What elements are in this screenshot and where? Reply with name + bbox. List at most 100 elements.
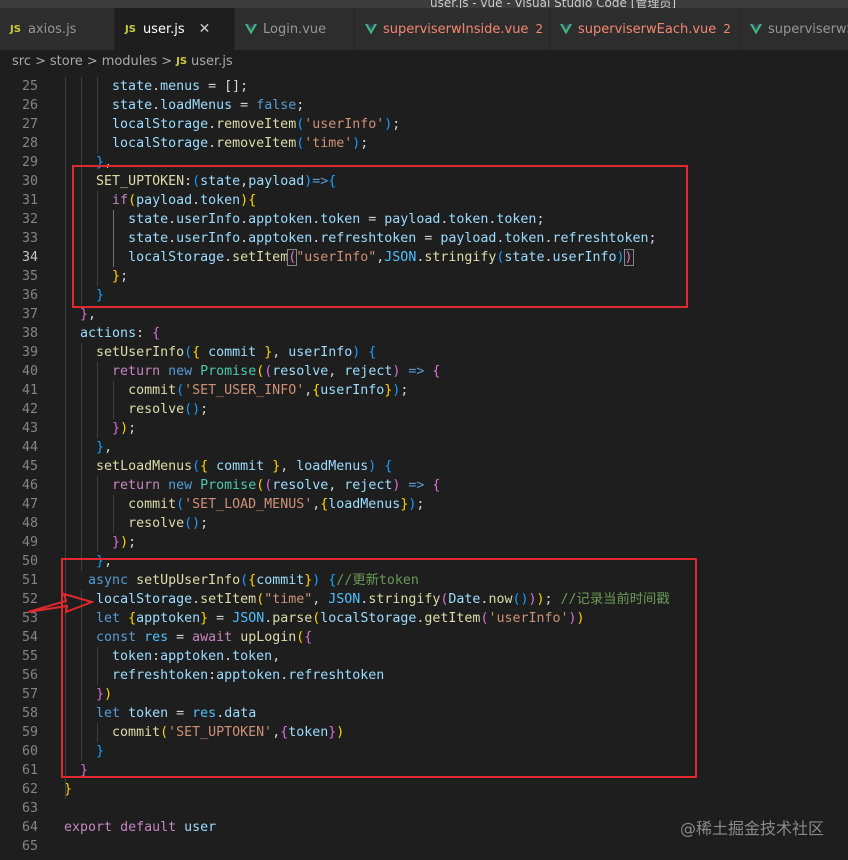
breadcrumb-item-modules[interactable]: modules	[102, 54, 158, 69]
tab-login-vue[interactable]: Login.vue	[235, 8, 355, 50]
code-token: {	[368, 345, 377, 360]
code-token: 'userInfo'	[304, 117, 385, 132]
red-arrow-icon	[27, 592, 94, 614]
vue-file-icon	[245, 23, 257, 35]
code-text: setUserInfo({ commit }, userInfo) {	[48, 343, 376, 362]
code-line-46[interactable]: 46 return new Promise((resolve, reject) …	[0, 476, 848, 495]
code-line-43[interactable]: 43 });	[0, 419, 848, 438]
code-token: actions	[80, 326, 137, 341]
code-token: state	[112, 79, 153, 94]
code-token: .	[152, 98, 161, 113]
line-number: 42	[21, 402, 38, 417]
breadcrumb-item-src[interactable]: src	[12, 54, 31, 69]
chevron-right-icon: >	[86, 53, 98, 69]
code-text: localStorage.removeItem('userInfo');	[48, 115, 400, 134]
code-token: .	[208, 117, 217, 132]
indent-guide	[64, 780, 66, 799]
code-token: ;	[240, 79, 249, 94]
indent-guide	[112, 495, 114, 533]
code-token: commit	[208, 345, 257, 360]
code-line-48[interactable]: 48 resolve();	[0, 514, 848, 533]
line-number: 62	[21, 782, 38, 797]
line-number: 33	[21, 231, 38, 246]
code-line-49[interactable]: 49 });	[0, 533, 848, 552]
tab-superviserwinside-vue[interactable]: superviserwInside.vue 2	[355, 8, 550, 50]
code-text: setLoadMenus({ commit }, loadMenus) {	[48, 457, 392, 476]
code-text: state.loadMenus = false;	[48, 96, 304, 115]
code-token: user	[184, 820, 217, 835]
line-number: 37	[21, 307, 38, 322]
code-line-26[interactable]: 26 state.loadMenus = false;	[0, 96, 848, 115]
line-number: 36	[21, 288, 38, 303]
line-number: 44	[21, 440, 38, 455]
code-line-42[interactable]: 42 resolve();	[0, 400, 848, 419]
code-token: default	[120, 820, 177, 835]
tab-user-js[interactable]: JS user.js ✕	[115, 8, 235, 50]
code-line-45[interactable]: 45 setLoadMenus({ commit }, loadMenus) {	[0, 457, 848, 476]
js-file-icon: JS	[10, 23, 21, 35]
code-token: setLoadMenus	[96, 459, 193, 474]
code-token: {	[432, 364, 441, 379]
code-line-47[interactable]: 47 commit('SET_LOAD_MENUS',{loadMenus});	[0, 495, 848, 514]
code-token: 'SET_LOAD_MENUS'	[184, 497, 313, 512]
line-number: 61	[21, 763, 38, 778]
code-token: )	[192, 516, 201, 531]
line-number: 57	[21, 687, 38, 702]
indent-guide	[96, 362, 98, 438]
code-line-62[interactable]: 62 }	[0, 780, 848, 799]
code-token: {	[384, 459, 393, 474]
line-number: 30	[21, 174, 38, 189]
code-line-41[interactable]: 41 commit('SET_USER_INFO',{userInfo});	[0, 381, 848, 400]
line-number: 43	[21, 421, 38, 436]
code-token: loadMenus	[328, 497, 401, 512]
code-line-27[interactable]: 27 localStorage.removeItem('userInfo');	[0, 115, 848, 134]
code-token: ,	[104, 440, 113, 455]
code-token: (	[176, 497, 185, 512]
code-text: }	[48, 780, 72, 799]
line-number: 59	[21, 725, 38, 740]
code-token: ,	[88, 307, 97, 322]
code-line-25[interactable]: 25 state.menus = [];	[0, 77, 848, 96]
code-token: reject	[344, 478, 393, 493]
highlight-box-setupuserinfo	[61, 558, 697, 778]
line-number: 32	[21, 212, 38, 227]
code-token: ;	[128, 421, 137, 436]
line-number: 35	[21, 269, 38, 284]
code-line-44[interactable]: 44 },	[0, 438, 848, 457]
code-token: userInfo	[320, 383, 385, 398]
code-text: resolve();	[48, 400, 208, 419]
tab-label: superviserwS	[768, 21, 848, 37]
code-line-28[interactable]: 28 localStorage.removeItem('time');	[0, 134, 848, 153]
tab-axios-js[interactable]: JS axios.js	[0, 8, 115, 50]
close-icon[interactable]: ✕	[199, 21, 211, 37]
tab-superviserws[interactable]: superviserwS	[740, 8, 848, 50]
tab-superviserweach-vue[interactable]: superviserwEach.vue 2	[550, 8, 740, 50]
code-text: return new Promise((resolve, reject) => …	[48, 476, 440, 495]
code-token: setUserInfo	[96, 345, 185, 360]
code-token: return	[112, 364, 161, 379]
code-text: state.menus = [];	[48, 77, 248, 96]
breadcrumb-item-file[interactable]: user.js	[191, 54, 233, 69]
watermark: @稀土掘金技术社区	[679, 819, 824, 838]
code-token: .	[208, 136, 217, 151]
breadcrumb-item-store[interactable]: store	[50, 54, 83, 69]
code-line-40[interactable]: 40 return new Promise((resolve, reject) …	[0, 362, 848, 381]
code-token: removeItem	[216, 117, 297, 132]
vue-file-icon	[560, 23, 572, 35]
code-token: localStorage	[112, 136, 209, 151]
code-token: ,	[328, 364, 345, 379]
code-token: ;	[200, 402, 209, 417]
code-line-65[interactable]: 65	[0, 837, 848, 856]
line-number: 48	[21, 516, 38, 531]
code-token: export	[64, 820, 113, 835]
code-line-38[interactable]: 38 actions: {	[0, 324, 848, 343]
vue-file-icon	[365, 23, 377, 35]
code-line-39[interactable]: 39 setUserInfo({ commit }, userInfo) {	[0, 343, 848, 362]
code-token: }	[112, 535, 121, 550]
line-number: 64	[21, 820, 38, 835]
code-token: 'time'	[304, 136, 353, 151]
